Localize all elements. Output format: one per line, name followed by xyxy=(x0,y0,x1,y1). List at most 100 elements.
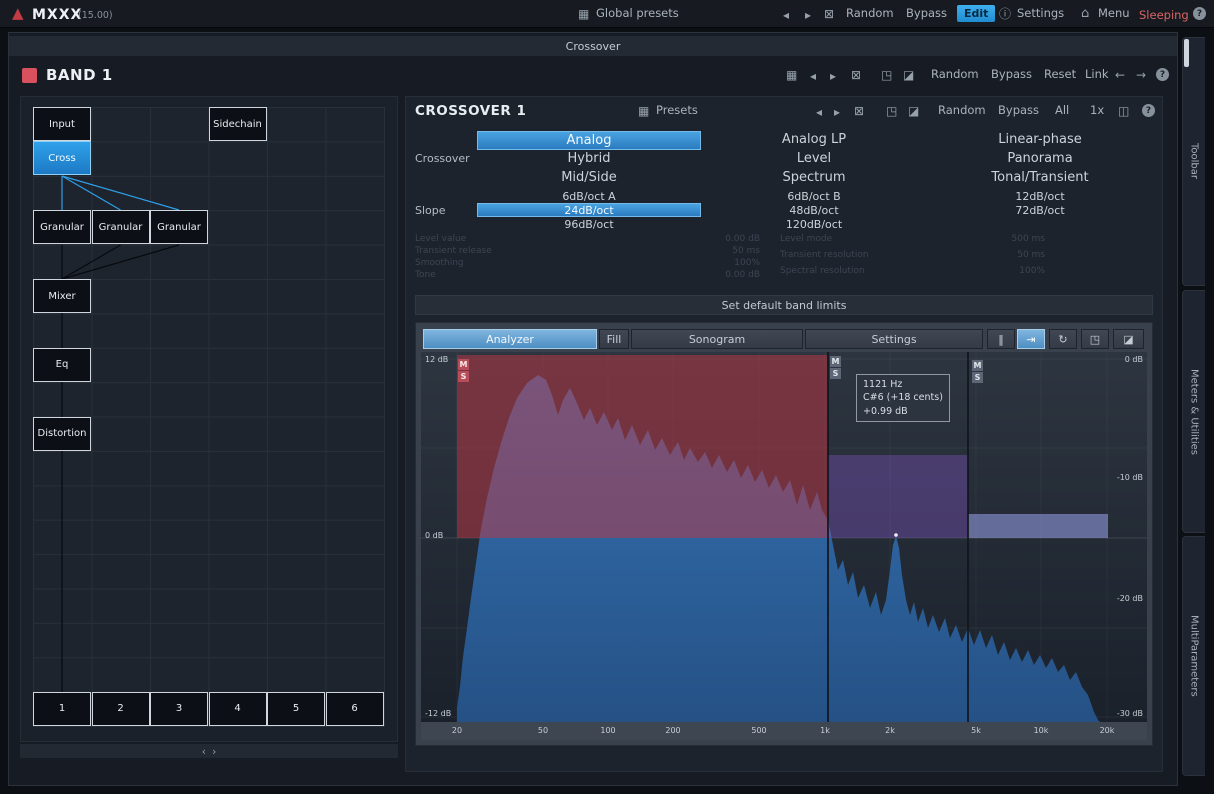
set-default-band-limits-button[interactable]: Set default band limits xyxy=(415,295,1153,315)
arrow-left-icon[interactable]: ← xyxy=(1115,69,1125,81)
band-random-button[interactable]: Random xyxy=(931,69,979,81)
multiplier-button[interactable]: 1x xyxy=(1090,105,1104,117)
node-distortion[interactable]: Distortion xyxy=(33,417,91,451)
side-solo-button[interactable]: S xyxy=(830,368,841,379)
paste-analysis-button[interactable]: ◪ xyxy=(1113,329,1144,349)
node-eq[interactable]: Eq xyxy=(33,348,91,382)
output-4[interactable]: 4 xyxy=(209,692,267,726)
output-1[interactable]: 1 xyxy=(33,692,91,726)
node-cross[interactable]: Cross xyxy=(33,141,91,175)
mid-solo-button[interactable]: M xyxy=(458,359,469,370)
option-analog-selected[interactable]: Analog xyxy=(477,131,701,150)
paste-icon[interactable]: ◪ xyxy=(903,69,914,81)
preset-image-icon[interactable]: ⊠ xyxy=(824,8,834,20)
option-spectrum[interactable]: Spectrum xyxy=(702,170,926,185)
band-level-bar[interactable] xyxy=(968,514,1108,538)
grid-icon[interactable]: ▦ xyxy=(638,105,649,117)
next-arrow-icon[interactable]: ▸ xyxy=(830,70,836,82)
band-range-overlay-purple[interactable] xyxy=(828,455,968,538)
window-icon[interactable]: ◫ xyxy=(1118,105,1129,117)
option-linear-phase[interactable]: Linear-phase xyxy=(928,132,1152,147)
output-6[interactable]: 6 xyxy=(326,692,384,726)
preset-image-icon[interactable]: ⊠ xyxy=(854,105,864,117)
option-6db-b[interactable]: 6dB/oct B xyxy=(702,190,926,203)
paste-icon[interactable]: ◪ xyxy=(908,105,919,117)
side-tab-multiparameters[interactable]: MultiParameters xyxy=(1182,536,1205,776)
band-reset-button[interactable]: Reset xyxy=(1044,69,1076,81)
grid-icon[interactable]: ▦ xyxy=(578,8,589,20)
prev-arrow-icon[interactable]: ◂ xyxy=(810,70,816,82)
info-icon[interactable]: ⓘ xyxy=(999,8,1011,20)
option-72db[interactable]: 72dB/oct xyxy=(928,204,1152,217)
tab-fill[interactable]: Fill xyxy=(599,329,629,349)
scrollbar-thumb[interactable] xyxy=(1184,39,1189,67)
edit-button[interactable]: Edit xyxy=(957,5,995,22)
option-96db[interactable]: 96dB/oct xyxy=(477,218,701,231)
presets-button[interactable]: Presets xyxy=(656,105,698,117)
band-range-overlay-red[interactable] xyxy=(457,355,828,538)
node-granular-1[interactable]: Granular xyxy=(33,210,91,244)
node-granular-3[interactable]: Granular xyxy=(150,210,208,244)
scroll-left-icon[interactable]: ‹ xyxy=(202,745,206,758)
side-solo-button[interactable]: S xyxy=(458,371,469,382)
spectrum-analyzer-graph[interactable]: 12 dB 0 dB -12 dB 0 dB -10 dB -20 dB -30… xyxy=(421,352,1147,722)
horizontal-scrollbar[interactable]: ‹ › xyxy=(20,744,398,758)
option-hybrid[interactable]: Hybrid xyxy=(477,151,701,166)
side-solo-button[interactable]: S xyxy=(972,372,983,383)
mid-solo-button[interactable]: M xyxy=(972,360,983,371)
output-3[interactable]: 3 xyxy=(150,692,208,726)
module-header[interactable]: Crossover xyxy=(9,36,1177,56)
option-midside[interactable]: Mid/Side xyxy=(477,170,701,185)
bypass-button[interactable]: Bypass xyxy=(906,8,947,20)
next-arrow-icon[interactable]: ▸ xyxy=(834,106,840,118)
tab-settings[interactable]: Settings xyxy=(805,329,983,349)
crossover-random-button[interactable]: Random xyxy=(938,105,986,117)
side-tab-meters-utilities[interactable]: Meters & Utilities xyxy=(1182,290,1205,533)
option-analog-lp[interactable]: Analog LP xyxy=(702,132,926,147)
sleeping-status[interactable]: Sleeping xyxy=(1139,8,1189,22)
tab-analyzer[interactable]: Analyzer xyxy=(423,329,597,349)
next-arrow-icon[interactable]: ▸ xyxy=(805,9,811,21)
preset-image-icon[interactable]: ⊠ xyxy=(851,69,861,81)
option-120db[interactable]: 120dB/oct xyxy=(702,218,926,231)
settings-button[interactable]: Settings xyxy=(1017,8,1064,20)
node-mixer[interactable]: Mixer xyxy=(33,279,91,313)
output-5[interactable]: 5 xyxy=(267,692,325,726)
node-granular-2[interactable]: Granular xyxy=(92,210,150,244)
option-6db-a[interactable]: 6dB/oct A xyxy=(477,190,701,203)
arrow-right-icon[interactable]: → xyxy=(1136,69,1146,81)
random-button[interactable]: Random xyxy=(846,8,894,20)
node-input[interactable]: Input xyxy=(33,107,91,141)
scroll-right-icon[interactable]: › xyxy=(212,745,216,758)
grid-icon[interactable]: ▦ xyxy=(786,69,797,81)
node-grid[interactable]: Input Sidechain Cross Granular Granular … xyxy=(33,107,385,727)
help-icon[interactable]: ? xyxy=(1142,104,1155,117)
home-icon[interactable]: ⌂ xyxy=(1081,7,1089,20)
prev-arrow-icon[interactable]: ◂ xyxy=(783,9,789,21)
copy-icon[interactable]: ◳ xyxy=(881,69,892,81)
copy-analysis-button[interactable]: ◳ xyxy=(1081,329,1109,349)
global-presets-button[interactable]: Global presets xyxy=(596,8,679,20)
mid-solo-button[interactable]: M xyxy=(830,356,841,367)
option-24db-selected[interactable]: 24dB/oct xyxy=(477,203,701,217)
reset-analysis-button[interactable]: ↻ xyxy=(1049,329,1077,349)
option-level[interactable]: Level xyxy=(702,151,926,166)
node-sidechain[interactable]: Sidechain xyxy=(209,107,267,141)
help-icon[interactable]: ? xyxy=(1193,7,1206,20)
menu-button[interactable]: Menu xyxy=(1098,8,1130,20)
pause-button[interactable]: ‖ xyxy=(987,329,1015,349)
all-button[interactable]: All xyxy=(1055,105,1069,117)
option-panorama[interactable]: Panorama xyxy=(928,151,1152,166)
help-icon[interactable]: ? xyxy=(1156,68,1169,81)
band-color-swatch[interactable] xyxy=(22,68,37,83)
side-tab-toolbar[interactable]: Toolbar xyxy=(1182,37,1205,286)
option-48db[interactable]: 48dB/oct xyxy=(702,204,926,217)
option-12db[interactable]: 12dB/oct xyxy=(928,190,1152,203)
prev-arrow-icon[interactable]: ◂ xyxy=(816,106,822,118)
band-bypass-button[interactable]: Bypass xyxy=(991,69,1032,81)
crossover-bypass-button[interactable]: Bypass xyxy=(998,105,1039,117)
normalize-button[interactable]: ⇥ xyxy=(1017,329,1045,349)
copy-icon[interactable]: ◳ xyxy=(886,105,897,117)
output-2[interactable]: 2 xyxy=(92,692,150,726)
option-tonal-transient[interactable]: Tonal/Transient xyxy=(928,170,1152,185)
